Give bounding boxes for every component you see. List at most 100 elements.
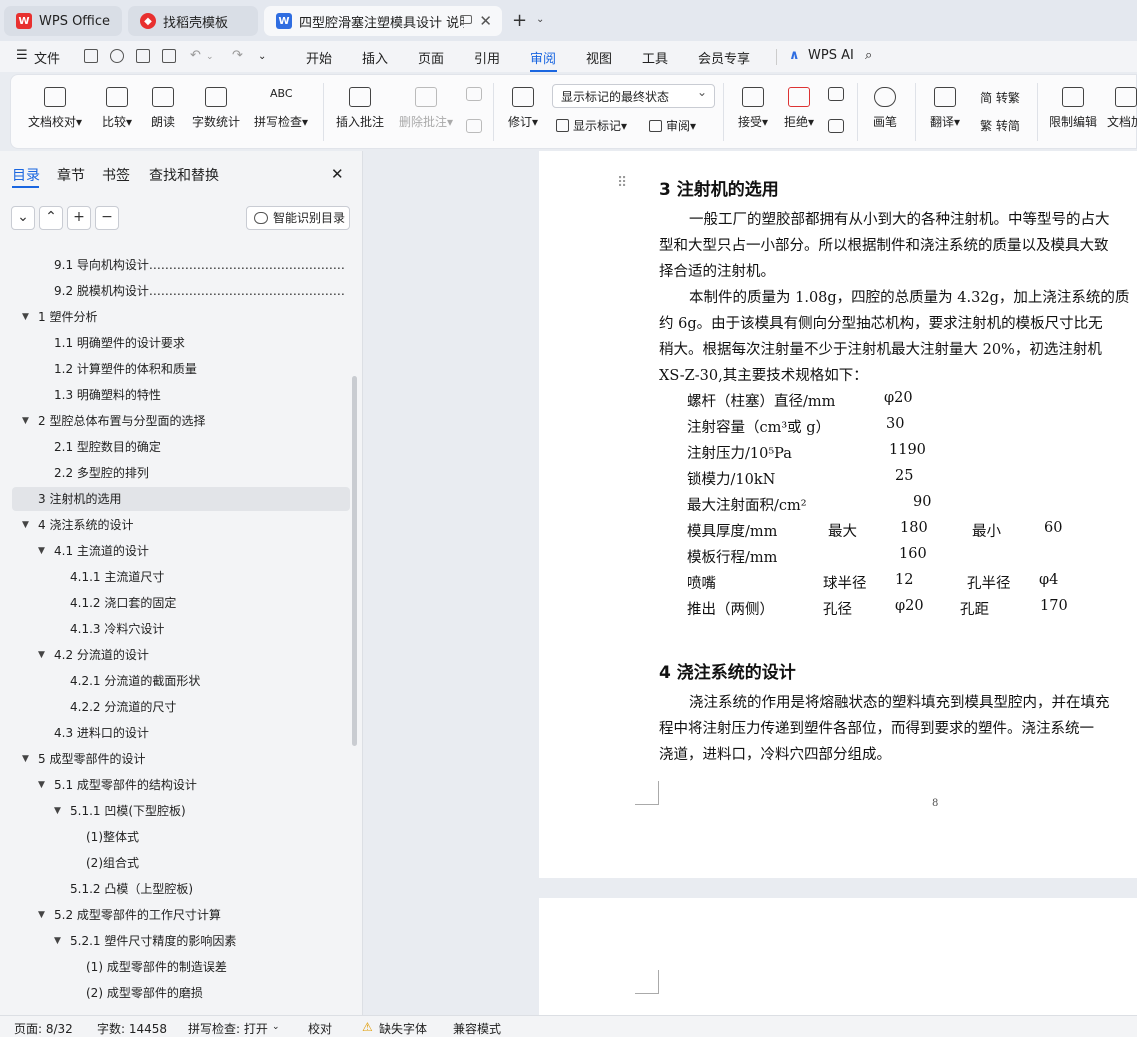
toc-item[interactable]: ▼ 5.2 成型零部件的工作尺寸计算 [12, 903, 350, 927]
panel-tab-find-replace[interactable]: 查找和替换 [149, 165, 219, 185]
toc-item[interactable]: 1.3 明确塑料的特性 [12, 383, 350, 407]
close-icon[interactable]: ✕ [479, 12, 492, 30]
drag-handle-icon[interactable]: ⠿ [617, 175, 627, 191]
proof-status[interactable]: 校对 [308, 1020, 332, 1037]
revise-button[interactable]: 修订▾ [503, 87, 543, 130]
toc-item[interactable]: ▼ 5.2.1 塑件尺寸精度的影响因素 [12, 929, 350, 953]
toc-item[interactable]: ▼ 4.2 分流道的设计 [12, 643, 350, 667]
word-count-button[interactable]: 字数统计 [189, 87, 243, 130]
menu-reference[interactable]: 引用 [474, 48, 500, 67]
menu-review[interactable]: 审阅 [530, 48, 556, 67]
toc-item[interactable]: ▼ 4.1 主流道的设计 [12, 539, 350, 563]
toc-item[interactable]: (2)组合式 [12, 851, 350, 875]
tab-wps-office[interactable]: W WPS Office [4, 6, 122, 36]
menu-page[interactable]: 页面 [418, 48, 444, 67]
monitor-icon[interactable] [460, 15, 472, 24]
expand-arrow-icon[interactable]: ▼ [38, 539, 45, 563]
collapse-all-button[interactable]: ⌄ [11, 206, 35, 230]
print-preview-icon[interactable] [162, 49, 176, 63]
toc-item[interactable]: 1.1 明确塑件的设计要求 [12, 331, 350, 355]
toc-item[interactable]: 4.1.2 浇口套的固定 [12, 591, 350, 615]
to-simplified-button[interactable]: 繁 转简 [974, 117, 1026, 134]
menu-membership[interactable]: 会员专享 [698, 48, 750, 67]
chevron-down-icon[interactable]: ⌄ [272, 1022, 280, 1032]
toc-item[interactable]: ▼ 4 浇注系统的设计 [12, 513, 350, 537]
tab-document[interactable]: W 四型腔滑塞注塑模具设计 说明 ✕ [264, 6, 502, 36]
chevron-down-icon[interactable]: ⌄ [536, 14, 544, 25]
accept-button[interactable]: 接受▾ [733, 87, 773, 130]
show-markup-button[interactable]: 显示标记▾ [556, 117, 646, 134]
missing-font-status[interactable]: 缺失字体 [379, 1020, 427, 1037]
menu-wps-ai[interactable]: WPS AI [808, 48, 854, 63]
undo-icon[interactable]: ↶ [190, 48, 201, 63]
toc-item[interactable]: (2) 成型零部件的磨损 [12, 981, 350, 1005]
review-pane-button[interactable]: 审阅▾ [649, 117, 711, 134]
toc-item[interactable]: 4.2.1 分流道的截面形状 [12, 669, 350, 693]
share-icon[interactable] [110, 49, 124, 63]
panel-tab-bookmark[interactable]: 书签 [102, 165, 130, 185]
pen-button[interactable]: 画笔 [867, 87, 903, 130]
expand-up-button[interactable]: ⌃ [39, 206, 63, 230]
redo-icon[interactable]: ↷ [232, 48, 243, 63]
hamburger-icon[interactable]: ☰ [16, 48, 28, 63]
delete-comment-button[interactable]: 删除批注▾ [395, 87, 457, 130]
spell-check-button[interactable]: ABC 拼写检查▾ [249, 87, 313, 130]
toc-scrollbar[interactable] [352, 376, 357, 746]
expand-arrow-icon[interactable]: ▼ [54, 929, 61, 953]
word-count-status[interactable]: 字数: 14458 [97, 1020, 167, 1037]
add-heading-button[interactable]: + [67, 206, 91, 230]
doc-proof-button[interactable]: 文档校对▾ [23, 87, 87, 130]
tab-daoke-template[interactable]: ◆ 找稻壳模板 [128, 6, 258, 36]
toc-item[interactable]: 1.2 计算塑件的体积和质量 [12, 357, 350, 381]
toc-item[interactable]: 5.1.2 凸模（上型腔板) [12, 877, 350, 901]
doc-encrypt-button[interactable]: 文档加 [1107, 87, 1137, 130]
toc-item[interactable]: ▼ 5.1 成型零部件的结构设计 [12, 773, 350, 797]
undo-dropdown-icon[interactable]: ⌄ [206, 52, 214, 62]
menu-home[interactable]: 开始 [306, 48, 332, 67]
close-panel-icon[interactable]: ✕ [331, 165, 344, 183]
document-page[interactable]: ⠿ 3 注射机的选用 一般工厂的塑胶部都拥有从小到大的各种注射机。中等型号的占大… [539, 151, 1137, 878]
read-aloud-button[interactable]: 朗读 [145, 87, 181, 130]
next-change-button[interactable] [825, 119, 847, 139]
reject-button[interactable]: 拒绝▾ [779, 87, 819, 130]
menu-tools[interactable]: 工具 [642, 48, 668, 67]
remove-heading-button[interactable]: − [95, 206, 119, 230]
expand-arrow-icon[interactable]: ▼ [22, 513, 29, 537]
to-traditional-button[interactable]: 简 转繁 [974, 89, 1026, 106]
toc-item[interactable]: ▼ 1 塑件分析 [12, 305, 350, 329]
prev-change-button[interactable] [825, 87, 847, 107]
toc-item[interactable]: (1)整体式 [12, 825, 350, 849]
panel-tab-chapter[interactable]: 章节 [57, 165, 85, 185]
prev-comment-button[interactable] [463, 87, 485, 107]
toc-item[interactable]: 2.1 型腔数目的确定 [12, 435, 350, 459]
search-icon[interactable]: ⌕ [865, 48, 872, 63]
toc-item[interactable]: 2.2 多型腔的排列 [12, 461, 350, 485]
spell-check-status[interactable]: 拼写检查: 打开 [188, 1020, 268, 1037]
next-comment-button[interactable] [463, 119, 485, 139]
menu-file[interactable]: 文件 [34, 48, 60, 67]
menu-insert[interactable]: 插入 [362, 48, 388, 67]
toc-item[interactable]: 4.1.1 主流道尺寸 [12, 565, 350, 589]
expand-arrow-icon[interactable]: ▼ [38, 903, 45, 927]
toc-item[interactable]: (1) 成型零部件的制造误差 [12, 955, 350, 979]
toc-item[interactable]: ▼ 5 成型零部件的设计 [12, 747, 350, 771]
toc-item[interactable]: 9.1 导向机构设计……………………………………………………… [12, 253, 350, 277]
toc-item[interactable]: 9.2 脱模机构设计……………………………………………………… [12, 279, 350, 303]
print-icon[interactable] [136, 49, 150, 63]
toc-item[interactable]: ▼ 5.1.1 凹模(下型腔板) [12, 799, 350, 823]
expand-arrow-icon[interactable]: ▼ [22, 409, 29, 433]
page-indicator[interactable]: 页面: 8/32 [14, 1020, 73, 1037]
insert-comment-button[interactable]: 插入批注 [333, 87, 387, 130]
next-document-page[interactable] [539, 898, 1137, 1015]
expand-arrow-icon[interactable]: ▼ [22, 305, 29, 329]
restrict-edit-button[interactable]: 限制编辑 [1045, 87, 1101, 130]
smart-toc-button[interactable]: 智能识别目录 [246, 206, 350, 230]
new-tab-icon[interactable]: + [512, 10, 527, 31]
compare-button[interactable]: 比较▾ [95, 87, 139, 130]
toc-item[interactable]: 4.2.2 分流道的尺寸 [12, 695, 350, 719]
save-icon[interactable] [84, 49, 98, 63]
toc-item[interactable]: 4.1.3 冷料穴设计 [12, 617, 350, 641]
translate-button[interactable]: 翻译▾ [925, 87, 965, 130]
expand-arrow-icon[interactable]: ▼ [54, 799, 61, 823]
expand-arrow-icon[interactable]: ▼ [22, 747, 29, 771]
